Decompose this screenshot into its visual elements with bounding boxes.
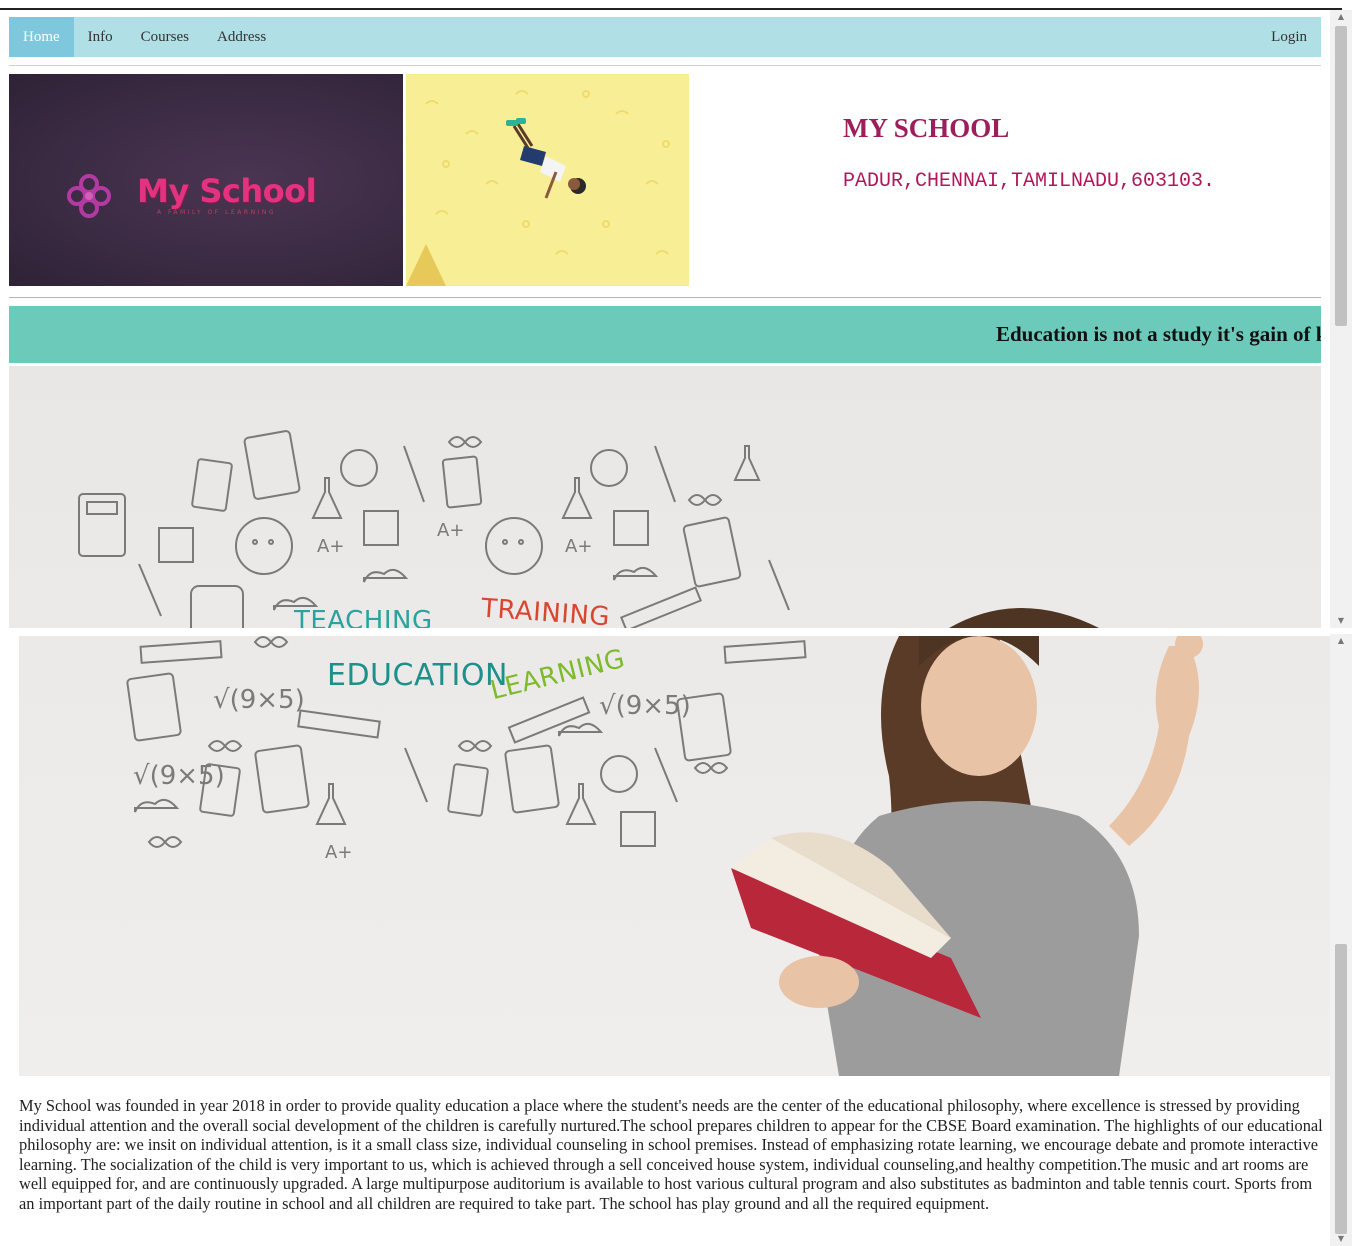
scrollbar-upper[interactable]: ▲ ▼ [1330, 10, 1352, 628]
hero-banner-bottom: √(9×5) √(9×5) √(9×5) A+ EDUCATION LEARNI… [19, 636, 1332, 1076]
svg-text:√(9×5): √(9×5) [599, 691, 691, 721]
svg-text:√(9×5): √(9×5) [213, 685, 305, 715]
svg-text:A+: A+ [565, 536, 592, 557]
scrollbar-lower[interactable]: ▲ ▼ [1330, 634, 1352, 1246]
dancer-figure-icon [406, 90, 670, 286]
nav-address[interactable]: Address [203, 17, 280, 57]
girl-hair-icon [949, 608, 1099, 628]
svg-text:A+: A+ [437, 520, 464, 541]
logo-tagline: A FAMILY OF LEARNING [157, 209, 276, 216]
svg-text:√(9×5): √(9×5) [133, 761, 225, 791]
knot-emblem-icon [67, 174, 111, 218]
quote-marquee: Education is not a study it's gain of k [9, 306, 1321, 363]
education-doodles-lower-icon: √(9×5) √(9×5) √(9×5) A+ [126, 636, 1203, 1076]
nav-home[interactable]: Home [9, 17, 74, 57]
page-top-border [0, 8, 1342, 10]
header-divider [9, 297, 1321, 298]
school-name-heading: MY SCHOOL [843, 113, 1010, 143]
nav-divider [9, 65, 1321, 66]
word-education: EDUCATION [327, 658, 508, 693]
svg-text:A+: A+ [317, 536, 344, 557]
school-address: PADUR,CHENNAI,TAMILNADU,603103. [843, 170, 1216, 193]
logo-wordmark: My School [137, 172, 317, 210]
nav-info[interactable]: Info [74, 17, 127, 57]
word-teaching: TEACHING [294, 606, 433, 628]
top-navbar: Home Info Courses Address Login [9, 17, 1321, 57]
scroll-down-arrow-icon[interactable]: ▼ [1330, 1232, 1352, 1246]
education-doodles-icon: A+ A+ A+ [78, 430, 790, 628]
nav-login[interactable]: Login [1257, 17, 1321, 57]
scrollbar-thumb[interactable] [1335, 26, 1347, 326]
scroll-up-arrow-icon[interactable]: ▲ [1330, 634, 1352, 648]
about-school-paragraph: My School was founded in year 2018 in or… [19, 1096, 1323, 1213]
hero-banner-top: A+ A+ A+ TEACHING TRAINING [9, 366, 1321, 628]
nav-courses[interactable]: Courses [127, 17, 203, 57]
school-logo-banner: My School A FAMILY OF LEARNING [9, 74, 403, 286]
scrollbar-thumb[interactable] [1335, 944, 1347, 1234]
marquee-text: Education is not a study it's gain of k [996, 322, 1321, 346]
scroll-down-arrow-icon[interactable]: ▼ [1330, 614, 1352, 628]
scroll-up-arrow-icon[interactable]: ▲ [1330, 10, 1352, 24]
svg-text:A+: A+ [325, 842, 352, 863]
dancer-illustration [406, 74, 689, 286]
